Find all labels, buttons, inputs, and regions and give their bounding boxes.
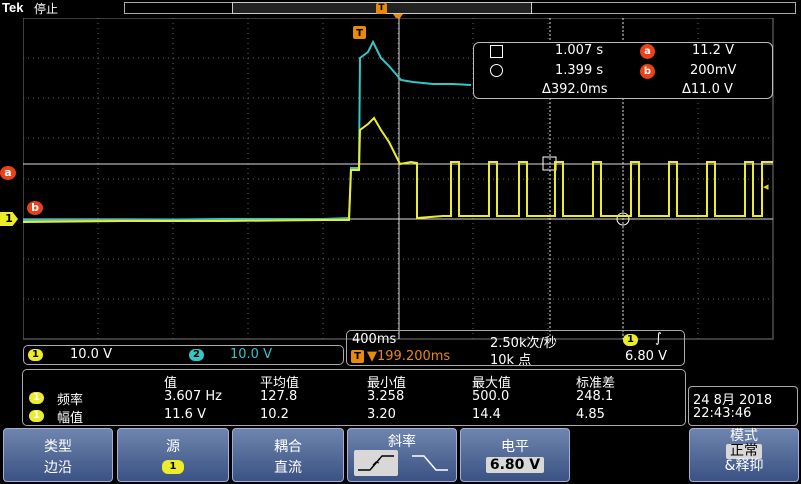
softkey-menu: 类型 边沿 源 1 耦合 直流 斜率 电平 6.80 V 模式 正常 &释抑: [0, 427, 801, 484]
cursor-a-marker: a: [0, 166, 16, 180]
cursor-delta-time: Δ392.0ms: [542, 82, 608, 97]
meas-cell: 3.20: [367, 407, 396, 422]
ch1-ground-marker[interactable]: 1: [0, 212, 18, 226]
time: 22:43:46: [693, 406, 752, 421]
cursor-b-marker: b: [27, 201, 43, 215]
meas-cell: 3.607 Hz: [164, 389, 222, 404]
square-cursor-icon: [490, 45, 503, 58]
trigger-delay: ▼199.200ms: [367, 349, 451, 364]
brand-logo: Tek: [2, 0, 24, 15]
cursor-b-value: 200mV: [690, 63, 737, 78]
meas-row-badge: 1: [29, 392, 44, 404]
cursor-a-value: 11.2 V: [692, 43, 734, 58]
slope-button[interactable]: 斜率: [347, 428, 457, 482]
meas-cell: 3.258: [367, 389, 405, 404]
source-label: 源: [166, 439, 180, 455]
trigger-position-icon: T: [376, 3, 387, 14]
measurements-table: 值 平均值 最小值 最大值 标准差 1 频率 3.607 Hz 127.8 3.…: [22, 369, 686, 426]
cursor-t1-value: 1.007 s: [555, 43, 604, 58]
level-value: 6.80 V: [485, 457, 545, 473]
falling-edge-icon: [412, 455, 448, 471]
ch2-badge[interactable]: 2: [189, 349, 204, 361]
source-value-badge: 1: [162, 460, 184, 474]
cursor-readout-panel: 1.007 s a 11.2 V 1.399 s b 200mV Δ392.0m…: [473, 42, 773, 99]
trigger-delay-icon: T: [351, 350, 364, 363]
circle-cursor-icon: [490, 64, 503, 77]
status-bar: Tek 停止 T: [0, 0, 801, 21]
record-length: 10k 点: [490, 353, 532, 368]
cursor-a-icon: a: [640, 44, 655, 59]
type-value: 边沿: [44, 460, 72, 476]
source-button[interactable]: 源 1: [117, 428, 229, 482]
meas-row-badge: 1: [29, 410, 44, 422]
datetime-display: 24 8月 2018 22:43:46: [688, 386, 798, 426]
level-label: 电平: [501, 439, 529, 455]
meas-cell: 500.0: [472, 389, 510, 404]
channel-settings-bar: 1 10.0 V 2 10.0 V: [23, 345, 344, 365]
type-button[interactable]: 类型 边沿: [3, 428, 113, 482]
horizontal-settings-panel: 400ms 2.50k次/秒 1 ∫ T ▼199.200ms 10k 点 6.…: [346, 330, 685, 368]
mode-label: 模式: [730, 428, 758, 444]
run-state: 停止: [34, 2, 59, 16]
meas-cell: 11.6 V: [164, 407, 206, 422]
type-label: 类型: [44, 439, 72, 455]
meas-row-name: 幅值: [57, 411, 84, 426]
trigger-source-badge: 1: [623, 334, 638, 346]
ch2-scale: 10.0 V: [230, 347, 272, 362]
trigger-slope-icon: ∫: [655, 331, 662, 346]
coupling-value: 直流: [274, 460, 302, 476]
falling-slope-option[interactable]: [408, 450, 452, 476]
cursor-t2-value: 1.399 s: [555, 63, 604, 78]
meas-cell: 14.4: [472, 407, 501, 422]
meas-cell: 248.1: [576, 389, 614, 404]
trigger-level-arrow-icon: ◂: [763, 180, 769, 193]
timebase: 400ms: [352, 332, 397, 347]
cursor-b-icon: b: [640, 64, 655, 79]
ch1-badge[interactable]: 1: [28, 349, 43, 361]
meas-cell: 127.8: [260, 389, 298, 404]
trigger-level-readout: 6.80 V: [625, 349, 667, 364]
meas-cell: 4.85: [576, 407, 605, 422]
cursor-delta-voltage: Δ11.0 V: [682, 82, 733, 97]
coupling-label: 耦合: [274, 439, 302, 455]
meas-row-name: 频率: [57, 393, 84, 408]
mode-button[interactable]: 模式 正常 &释抑: [689, 428, 799, 482]
mode-value: 正常: [726, 444, 762, 459]
rising-edge-icon: [358, 455, 394, 471]
slope-label: 斜率: [388, 434, 416, 450]
level-button[interactable]: 电平 6.80 V: [460, 428, 570, 482]
ch1-scale: 10.0 V: [70, 347, 112, 362]
meas-cell: 10.2: [260, 407, 289, 422]
trigger-point-label: T: [356, 28, 363, 39]
mode-value-holdoff: &释抑: [724, 458, 764, 474]
coupling-button[interactable]: 耦合 直流: [232, 428, 344, 482]
rising-slope-option[interactable]: [354, 450, 398, 476]
